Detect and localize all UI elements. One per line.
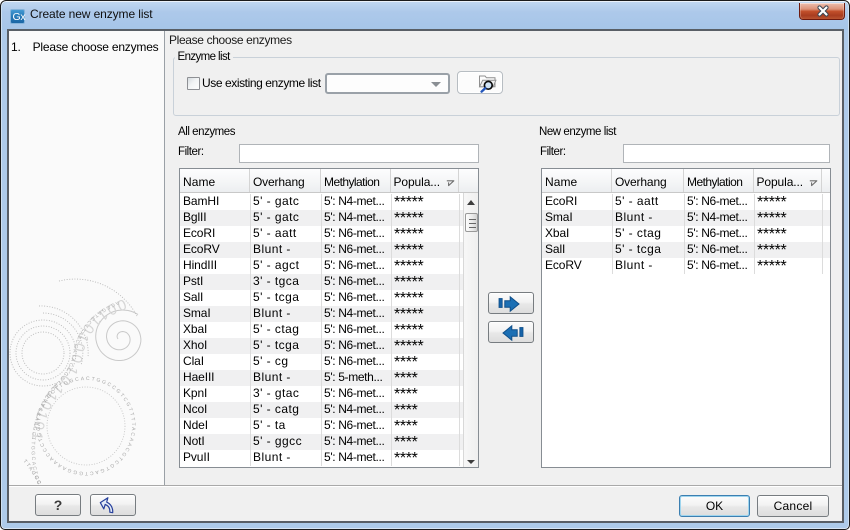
svg-text:ATTTAAGCTTGGCACTGGCCGTCGTTTTAC: ATTTAAGCTTGGCACTGGCCGTCGTTTTACAACGTCGTGA… [9,31,136,476]
svg-text:0011010010110101: 0011010010110101 [28,295,129,444]
